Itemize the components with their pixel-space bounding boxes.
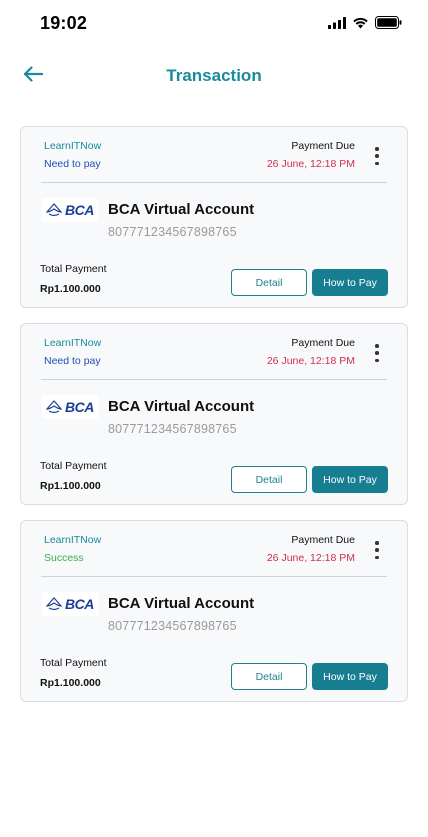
payment-due-date: 26 June, 12:18 PM [266, 158, 355, 170]
merchant-name: LearnITNow [44, 140, 102, 152]
account-number: 807771234567898765 [108, 225, 237, 239]
more-options-button[interactable] [369, 342, 385, 364]
account-name: BCA Virtual Account [108, 595, 255, 612]
total-payment-label: Total Payment [40, 657, 107, 669]
status-bar: 19:02 [0, 0, 428, 46]
payment-due-label: Payment Due [291, 337, 355, 349]
transaction-screen: 19:02 Transaction LearnITNow Need to pay… [0, 0, 428, 837]
transaction-card[interactable]: LearnITNow Need to pay Payment Due 26 Ju… [20, 126, 408, 308]
more-vertical-icon [375, 147, 379, 151]
payment-due-label: Payment Due [291, 140, 355, 152]
bca-logo: BCA [42, 198, 98, 222]
account-number: 807771234567898765 [108, 422, 237, 436]
page-title: Transaction [166, 66, 262, 85]
bca-logo: BCA [42, 395, 98, 419]
detail-button[interactable]: Detail [231, 269, 307, 296]
bank-logo-text: BCA [65, 202, 94, 218]
merchant-name: LearnITNow [44, 534, 102, 546]
divider [41, 379, 387, 380]
detail-button[interactable]: Detail [231, 663, 307, 690]
account-name: BCA Virtual Account [108, 398, 255, 415]
payment-status: Success [44, 552, 84, 564]
payment-due-date: 26 June, 12:18 PM [266, 552, 355, 564]
total-payment-label: Total Payment [40, 460, 107, 472]
bank-logo-text: BCA [65, 596, 94, 612]
detail-button[interactable]: Detail [231, 466, 307, 493]
how-to-pay-button[interactable]: How to Pay [312, 269, 388, 296]
divider [41, 576, 387, 577]
more-vertical-icon [375, 541, 379, 545]
total-payment-amount: Rp1.100.000 [40, 480, 101, 492]
total-payment-amount: Rp1.100.000 [40, 677, 101, 689]
status-icons [328, 16, 402, 34]
payment-status: Need to pay [44, 158, 101, 170]
transaction-list: LearnITNow Need to pay Payment Due 26 Ju… [20, 126, 408, 717]
how-to-pay-button[interactable]: How to Pay [312, 466, 388, 493]
bca-emblem-icon [46, 203, 62, 217]
more-vertical-icon [375, 344, 379, 348]
header: Transaction [0, 56, 428, 96]
payment-status: Need to pay [44, 355, 101, 367]
wifi-icon [352, 16, 369, 34]
merchant-name: LearnITNow [44, 337, 102, 349]
account-number: 807771234567898765 [108, 619, 237, 633]
payment-due-label: Payment Due [291, 534, 355, 546]
more-options-button[interactable] [369, 145, 385, 167]
more-options-button[interactable] [369, 539, 385, 561]
divider [41, 182, 387, 183]
account-name: BCA Virtual Account [108, 201, 255, 218]
transaction-card[interactable]: LearnITNow Success Payment Due 26 June, … [20, 520, 408, 702]
bca-emblem-icon [46, 597, 62, 611]
payment-due-date: 26 June, 12:18 PM [266, 355, 355, 367]
total-payment-amount: Rp1.100.000 [40, 283, 101, 295]
signal-icon [328, 16, 346, 34]
battery-icon [375, 16, 402, 34]
status-time: 19:02 [40, 13, 88, 33]
transaction-card[interactable]: LearnITNow Need to pay Payment Due 26 Ju… [20, 323, 408, 505]
bank-logo-text: BCA [65, 399, 94, 415]
total-payment-label: Total Payment [40, 263, 107, 275]
how-to-pay-button[interactable]: How to Pay [312, 663, 388, 690]
bca-emblem-icon [46, 400, 62, 414]
bca-logo: BCA [42, 592, 98, 616]
